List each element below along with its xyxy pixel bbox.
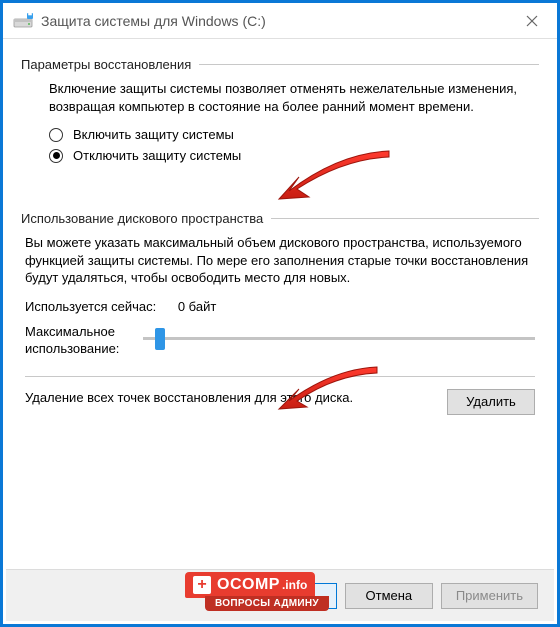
titlebar: Защита системы для Windows (C:)	[3, 3, 557, 39]
radio-enable-label: Включить защиту системы	[73, 127, 234, 142]
radio-disable-protection[interactable]: Отключить защиту системы	[49, 148, 535, 163]
current-usage-label: Используется сейчас:	[25, 299, 156, 314]
close-icon	[526, 15, 538, 27]
delete-description: Удаление всех точек восстановления для э…	[25, 389, 447, 407]
slider-track	[143, 337, 535, 340]
max-usage-slider[interactable]	[143, 326, 535, 352]
divider	[271, 218, 539, 219]
divider	[25, 376, 535, 377]
group-disk-usage: Использование дискового пространства Вы …	[21, 211, 539, 414]
delete-button[interactable]: Удалить	[447, 389, 535, 415]
apply-button[interactable]: Применить	[441, 583, 538, 609]
group-protection-legend: Параметры восстановления	[21, 57, 199, 72]
slider-label: Максимальное использование:	[25, 324, 143, 358]
radio-icon	[49, 149, 63, 163]
close-button[interactable]	[517, 6, 547, 36]
radio-enable-protection[interactable]: Включить защиту системы	[49, 127, 535, 142]
slider-thumb[interactable]	[155, 328, 165, 350]
radio-disable-label: Отключить защиту системы	[73, 148, 241, 163]
button-bar: ОК Отмена Применить	[6, 569, 554, 621]
divider	[199, 64, 539, 65]
ok-button[interactable]: ОК	[249, 583, 337, 609]
cancel-button[interactable]: Отмена	[345, 583, 433, 609]
drive-icon	[13, 11, 33, 31]
disk-description: Вы можете указать максимальный объем дис…	[25, 234, 535, 287]
window-title: Защита системы для Windows (C:)	[41, 13, 266, 29]
group-protection: Параметры восстановления Включение защит…	[21, 57, 539, 163]
radio-icon	[49, 128, 63, 142]
current-usage-value: 0 байт	[178, 299, 216, 314]
group-disk-legend: Использование дискового пространства	[21, 211, 271, 226]
protection-description: Включение защиты системы позволяет отмен…	[49, 80, 535, 115]
